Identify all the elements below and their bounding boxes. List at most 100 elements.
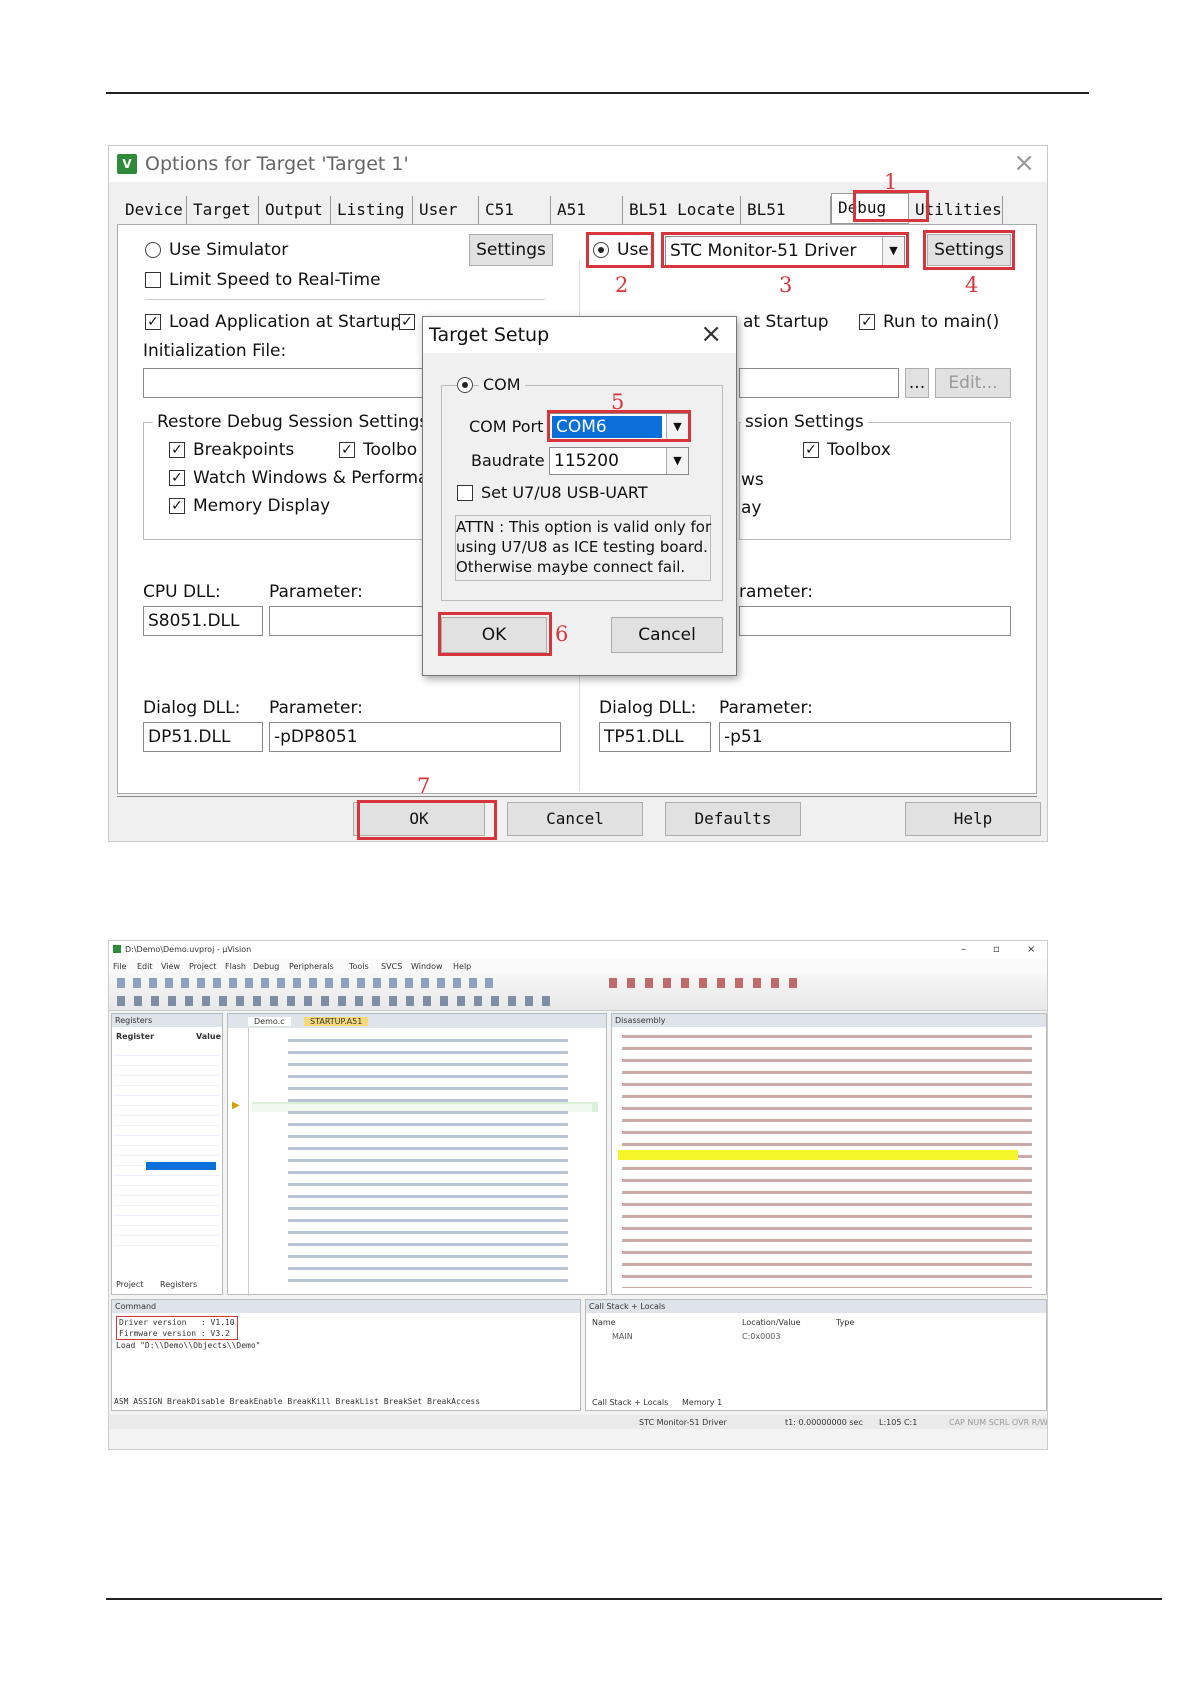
cpu-dll-input[interactable]: S8051.DLL [143, 606, 263, 636]
cmd-version-box: Driver version : V1.10 Firmware version :… [116, 1316, 238, 1340]
minimize-icon[interactable]: – [961, 944, 966, 955]
dialog-param-right-label: Parameter: [719, 698, 813, 718]
tab-device[interactable]: Device [119, 196, 187, 224]
tab-target[interactable]: Target [187, 196, 259, 224]
close-icon[interactable]: × [1027, 944, 1035, 955]
close-icon[interactable]: × [1013, 148, 1035, 178]
project-tab[interactable]: Project [116, 1280, 143, 1289]
annotation-box-settings [923, 230, 1015, 270]
at-startup-label: at Startup [743, 312, 829, 332]
cpu-param-right-input[interactable] [739, 606, 1011, 636]
browse-button[interactable]: ... [905, 368, 929, 398]
debug-toolbar-icons[interactable] [609, 978, 799, 988]
tab-output[interactable]: Output [259, 196, 331, 224]
source-code[interactable] [288, 1036, 568, 1286]
status-keys: CAP NUM SCRL OVR R/W [949, 1418, 1048, 1427]
menu-svcs[interactable]: SVCS [381, 962, 402, 971]
menu-view[interactable]: View [161, 962, 180, 971]
tab-bl51-misc[interactable]: BL51 Misc [741, 196, 831, 247]
toolbox-right-checkbox[interactable]: ✓ [803, 442, 819, 458]
cmd-driver-version: Driver version : V1.10 [119, 1318, 235, 1327]
dialog-param-input[interactable]: -pDP8051 [269, 722, 561, 752]
callstack-pane: Call Stack + Locals Name Location/Value … [585, 1299, 1047, 1411]
menu-window[interactable]: Window [411, 962, 443, 971]
defaults-button[interactable]: Defaults [665, 802, 801, 836]
registers-header: Registers [112, 1014, 222, 1027]
annotation-2: 2 [615, 273, 629, 297]
register-list[interactable] [114, 1046, 220, 1246]
memory-display-checkbox[interactable]: ✓ [169, 498, 185, 514]
tab-demo-c[interactable]: Demo.c [248, 1017, 291, 1026]
menu-edit[interactable]: Edit [137, 962, 153, 971]
separator [145, 299, 545, 300]
toolbox-checkbox[interactable]: ✓ [339, 442, 355, 458]
dialog-param-right-input[interactable]: -p51 [719, 722, 1011, 752]
tab-a51[interactable]: A51 [551, 196, 623, 224]
callstack-tab[interactable]: Call Stack + Locals [592, 1398, 668, 1407]
tab-c51[interactable]: C51 [479, 196, 551, 224]
chevron-down-icon[interactable]: ▼ [666, 448, 688, 474]
dialog-dll-input[interactable]: DP51.DLL [143, 722, 263, 752]
tab-startup-a51[interactable]: STARTUP.A51 [304, 1017, 369, 1026]
init-file-right-input[interactable] [739, 368, 899, 398]
cancel-button[interactable]: Cancel [507, 802, 643, 836]
edit-button[interactable]: Edit... [935, 368, 1011, 398]
selected-register[interactable] [146, 1162, 216, 1170]
load-app-checkbox[interactable]: ✓ [145, 314, 161, 330]
uvision-window: D:\Demo\Demo.uvproj - µVision – ▫ × File… [108, 940, 1048, 1450]
register-col: Register [116, 1032, 155, 1041]
target-setup-cancel-button[interactable]: Cancel [611, 617, 723, 653]
annotation-box-ok [357, 800, 497, 840]
memory-tab[interactable]: Memory 1 [682, 1398, 722, 1407]
menu-tools[interactable]: Tools [349, 962, 369, 971]
uvision-titlebar: D:\Demo\Demo.uvproj - µVision – ▫ × [109, 941, 1047, 959]
window-title: Options for Target 'Target 1' [145, 153, 409, 175]
run-to-main-left-checkbox[interactable]: ✓ [399, 314, 415, 330]
attn-line-2: using U7/U8 as ICE testing board. [456, 538, 708, 556]
baudrate-select[interactable]: 115200 ▼ [549, 447, 689, 475]
gutter-line [248, 1028, 249, 1296]
restore-icon[interactable]: ▫ [993, 944, 1000, 955]
session-settings-legend: ssion Settings [741, 412, 868, 432]
toolbar[interactable] [109, 973, 1047, 1011]
disassembly-code[interactable] [622, 1032, 1032, 1288]
baudrate-value: 115200 [554, 451, 619, 471]
menu-project[interactable]: Project [189, 962, 216, 971]
watch-windows-label: Watch Windows & Performance [193, 468, 460, 488]
tab-bl51-locate[interactable]: BL51 Locate [623, 196, 741, 224]
simulator-settings-button[interactable]: Settings [469, 234, 553, 266]
status-position: L:105 C:1 [879, 1418, 918, 1427]
usb-uart-checkbox[interactable] [457, 485, 473, 501]
menu-file[interactable]: File [113, 962, 126, 971]
watch-windows-checkbox[interactable]: ✓ [169, 470, 185, 486]
toolbar-icons-row1[interactable] [117, 978, 497, 988]
tab-listing[interactable]: Listing [331, 196, 413, 224]
annotation-1: 1 [884, 170, 898, 194]
menu-debug[interactable]: Debug [253, 962, 279, 971]
cpu-param-input[interactable] [269, 606, 429, 636]
cs-main-row[interactable]: MAIN [612, 1332, 633, 1341]
init-file-input[interactable] [143, 368, 433, 398]
registers-pane: Registers Register Value Project Registe… [111, 1013, 223, 1295]
run-to-main-checkbox[interactable]: ✓ [859, 314, 875, 330]
memory-display-label: Memory Display [193, 496, 331, 516]
restore-session-legend: Restore Debug Session Settings [153, 412, 433, 432]
menu-help[interactable]: Help [453, 962, 471, 971]
breakpoints-checkbox[interactable]: ✓ [169, 442, 185, 458]
toolbar-icons-row2[interactable] [117, 996, 557, 1006]
close-icon[interactable]: × [700, 319, 722, 349]
uvision-app-icon: V [117, 154, 137, 174]
status-time: t1: 0.00000000 sec [785, 1418, 863, 1427]
menu-flash[interactable]: Flash [225, 962, 246, 971]
dialog-dll-label: Dialog DLL: [143, 698, 241, 718]
tab-user[interactable]: User [413, 196, 479, 224]
limit-speed-checkbox[interactable] [145, 272, 161, 288]
cmd-help-line: ASM ASSIGN BreakDisable BreakEnable Brea… [114, 1397, 481, 1406]
use-simulator-radio[interactable] [145, 242, 161, 258]
com-radio[interactable] [457, 377, 473, 393]
help-button[interactable]: Help [905, 802, 1041, 836]
menu-peripherals[interactable]: Peripherals [289, 962, 334, 971]
com-label: COM [479, 375, 525, 394]
dialog-dll-right-input[interactable]: TP51.DLL [599, 722, 711, 752]
registers-tab[interactable]: Registers [160, 1280, 197, 1289]
